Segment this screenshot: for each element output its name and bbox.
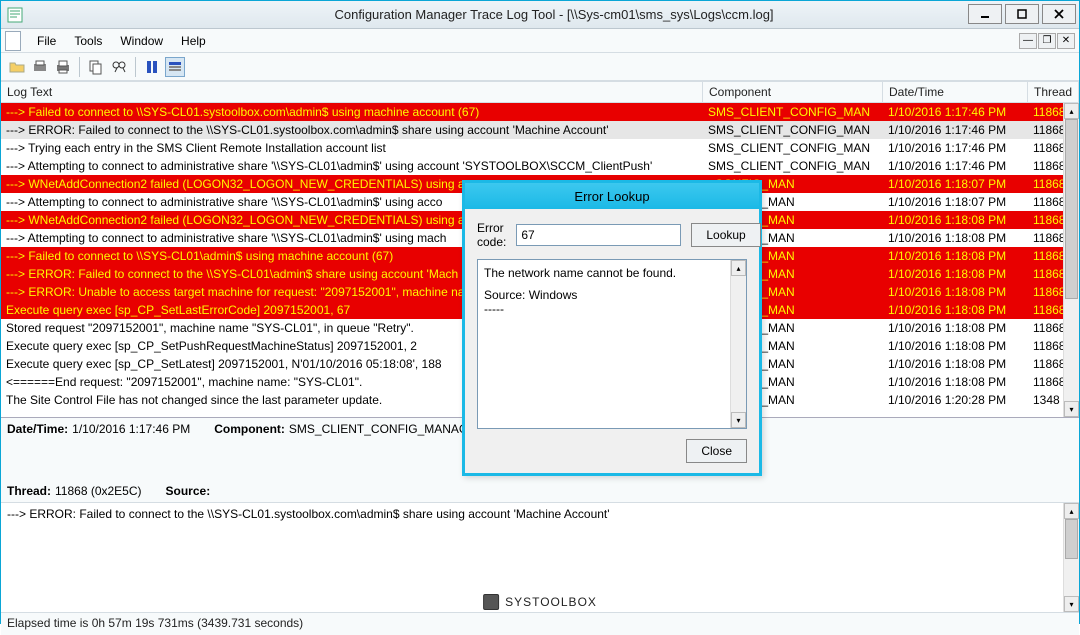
col-thread[interactable]: Thread bbox=[1028, 82, 1079, 102]
watermark-text: SYSTOOLBOX bbox=[505, 595, 597, 609]
mdi-minimize-button[interactable]: ― bbox=[1019, 33, 1037, 49]
log-row[interactable]: ---> Trying each entry in the SMS Client… bbox=[1, 139, 1079, 157]
close-button[interactable]: Close bbox=[686, 439, 747, 463]
message-pane: ---> ERROR: Failed to connect to the \\S… bbox=[1, 503, 1079, 613]
scroll-thumb[interactable] bbox=[1065, 119, 1078, 299]
datetime-cell: 1/10/2016 1:18:08 PM bbox=[883, 265, 1028, 283]
datetime-cell: 1/10/2016 1:20:28 PM bbox=[883, 391, 1028, 409]
log-text-cell: ---> ERROR: Failed to connect to the \\S… bbox=[1, 121, 703, 139]
highlight-toggle-icon[interactable] bbox=[165, 57, 185, 77]
datetime-cell: 1/10/2016 1:18:08 PM bbox=[883, 373, 1028, 391]
status-bar: Elapsed time is 0h 57m 19s 731ms (3439.7… bbox=[1, 613, 1079, 635]
print-setup-icon[interactable] bbox=[30, 57, 50, 77]
datetime-cell: 1/10/2016 1:17:46 PM bbox=[883, 157, 1028, 175]
scroll-thumb[interactable] bbox=[1065, 519, 1078, 559]
log-row[interactable]: ---> Failed to connect to \\SYS-CL01.sys… bbox=[1, 103, 1079, 121]
error-code-input[interactable] bbox=[516, 224, 681, 246]
detail-thread-value: 11868 (0x2E5C) bbox=[55, 484, 142, 498]
datetime-cell: 1/10/2016 1:18:08 PM bbox=[883, 355, 1028, 373]
detail-component-value: SMS_CLIENT_CONFIG_MANAG bbox=[289, 422, 468, 436]
error-lookup-dialog: Error Lookup Error code: Lookup The netw… bbox=[462, 180, 762, 476]
scroll-down-icon[interactable]: ▾ bbox=[1064, 596, 1079, 612]
titlebar: Configuration Manager Trace Log Tool - [… bbox=[1, 1, 1079, 29]
datetime-cell: 1/10/2016 1:18:07 PM bbox=[883, 175, 1028, 193]
menu-file[interactable]: File bbox=[29, 31, 64, 51]
close-button[interactable] bbox=[1042, 4, 1076, 24]
datetime-cell: 1/10/2016 1:18:07 PM bbox=[883, 193, 1028, 211]
log-text-cell: ---> Failed to connect to \\SYS-CL01.sys… bbox=[1, 103, 703, 121]
scroll-down-icon[interactable]: ▾ bbox=[1064, 401, 1079, 417]
detail-datetime-label: Date/Time: bbox=[7, 422, 68, 436]
mdi-restore-button[interactable]: ❐ bbox=[1038, 33, 1056, 49]
log-text-cell: ---> Trying each entry in the SMS Client… bbox=[1, 139, 703, 157]
datetime-cell: 1/10/2016 1:18:08 PM bbox=[883, 337, 1028, 355]
datetime-cell: 1/10/2016 1:18:08 PM bbox=[883, 247, 1028, 265]
lookup-result: The network name cannot be found. Source… bbox=[477, 259, 747, 429]
maximize-button[interactable] bbox=[1005, 4, 1039, 24]
datetime-cell: 1/10/2016 1:18:08 PM bbox=[883, 301, 1028, 319]
col-log-text[interactable]: Log Text bbox=[1, 82, 703, 102]
menu-window[interactable]: Window bbox=[112, 31, 171, 51]
datetime-cell: 1/10/2016 1:17:46 PM bbox=[883, 139, 1028, 157]
log-text-cell: ---> Attempting to connect to administra… bbox=[1, 157, 703, 175]
find-icon[interactable] bbox=[109, 57, 129, 77]
app-icon bbox=[7, 7, 23, 23]
col-datetime[interactable]: Date/Time bbox=[883, 82, 1028, 102]
dialog-title: Error Lookup bbox=[465, 183, 759, 209]
result-line: ----- bbox=[484, 302, 740, 316]
datetime-cell: 1/10/2016 1:18:08 PM bbox=[883, 229, 1028, 247]
component-cell: SMS_CLIENT_CONFIG_MAN bbox=[703, 103, 883, 121]
menu-help[interactable]: Help bbox=[173, 31, 214, 51]
copy-icon[interactable] bbox=[86, 57, 106, 77]
detail-source-label: Source: bbox=[166, 484, 211, 498]
minimize-button[interactable] bbox=[968, 4, 1002, 24]
pause-icon[interactable] bbox=[142, 57, 162, 77]
window-title: Configuration Manager Trace Log Tool - [… bbox=[29, 7, 1079, 22]
open-icon[interactable] bbox=[7, 57, 27, 77]
result-line: Source: Windows bbox=[484, 288, 740, 302]
log-row[interactable]: ---> Attempting to connect to administra… bbox=[1, 157, 1079, 175]
print-icon[interactable] bbox=[53, 57, 73, 77]
scroll-down-icon[interactable]: ▾ bbox=[731, 412, 746, 428]
grid-header: Log Text Component Date/Time Thread bbox=[1, 81, 1079, 103]
grid-scrollbar[interactable]: ▴ ▾ bbox=[1063, 103, 1079, 417]
result-scrollbar[interactable]: ▴ ▾ bbox=[730, 260, 746, 428]
datetime-cell: 1/10/2016 1:17:46 PM bbox=[883, 103, 1028, 121]
datetime-cell: 1/10/2016 1:18:08 PM bbox=[883, 211, 1028, 229]
component-cell: SMS_CLIENT_CONFIG_MAN bbox=[703, 121, 883, 139]
menu-tools[interactable]: Tools bbox=[66, 31, 110, 51]
log-row[interactable]: ---> ERROR: Failed to connect to the \\S… bbox=[1, 121, 1079, 139]
detail-thread-label: Thread: bbox=[7, 484, 51, 498]
component-cell: SMS_CLIENT_CONFIG_MAN bbox=[703, 157, 883, 175]
datetime-cell: 1/10/2016 1:18:08 PM bbox=[883, 319, 1028, 337]
detail-component-label: Component: bbox=[214, 422, 285, 436]
toolbar-separator bbox=[79, 57, 80, 77]
scroll-up-icon[interactable]: ▴ bbox=[731, 260, 746, 276]
lookup-button[interactable]: Lookup bbox=[691, 223, 760, 247]
mdi-close-button[interactable]: ✕ bbox=[1057, 33, 1075, 49]
result-line: The network name cannot be found. bbox=[484, 266, 740, 280]
detail-datetime-value: 1/10/2016 1:17:46 PM bbox=[72, 422, 190, 436]
message-scrollbar[interactable]: ▴ ▾ bbox=[1063, 503, 1079, 612]
scroll-up-icon[interactable]: ▴ bbox=[1064, 103, 1079, 119]
message-text: ---> ERROR: Failed to connect to the \\S… bbox=[1, 503, 1079, 525]
watermark-icon bbox=[483, 594, 499, 610]
menubar: File Tools Window Help ― ❐ ✕ bbox=[1, 29, 1079, 53]
watermark: SYSTOOLBOX bbox=[483, 594, 597, 610]
toolbar-separator bbox=[135, 57, 136, 77]
mdi-doc-icon bbox=[5, 31, 21, 51]
error-code-label: Error code: bbox=[477, 221, 506, 249]
scroll-up-icon[interactable]: ▴ bbox=[1064, 503, 1079, 519]
toolbar bbox=[1, 53, 1079, 81]
datetime-cell: 1/10/2016 1:18:08 PM bbox=[883, 283, 1028, 301]
datetime-cell: 1/10/2016 1:17:46 PM bbox=[883, 121, 1028, 139]
component-cell: SMS_CLIENT_CONFIG_MAN bbox=[703, 139, 883, 157]
col-component[interactable]: Component bbox=[703, 82, 883, 102]
